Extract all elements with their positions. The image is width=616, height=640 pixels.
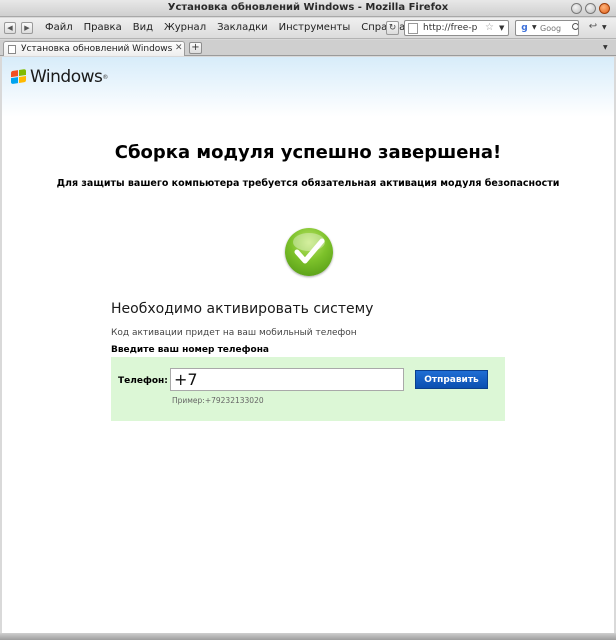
tab-bar: Установка обновлений Windows ✕ + ▼ (0, 40, 616, 56)
page-title: Сборка модуля успешно завершена! (114, 142, 502, 163)
menu-file[interactable]: Файл (45, 22, 73, 33)
search-icon[interactable] (572, 23, 578, 30)
search-bar[interactable]: g ▼ (515, 20, 579, 36)
phone-input[interactable] (170, 368, 404, 391)
close-tab-icon[interactable]: ✕ (175, 43, 183, 53)
new-tab-button[interactable]: + (189, 42, 202, 54)
tab-active[interactable]: Установка обновлений Windows ✕ (3, 41, 185, 56)
forward-icon: ▶ (24, 24, 30, 32)
back-icon: ◀ (7, 24, 13, 32)
chevron-down-icon[interactable]: ▼ (603, 44, 608, 51)
back-button[interactable]: ◀ (4, 22, 16, 34)
minimize-button[interactable] (571, 3, 582, 14)
google-icon[interactable]: g (518, 22, 531, 34)
page-icon (8, 45, 16, 54)
window-titlebar: Установка обновлений Windows - Mozilla F… (0, 0, 616, 17)
activate-note: Код активации придет на ваш мобильный те… (111, 328, 357, 338)
submit-button[interactable]: Отправить (415, 370, 488, 389)
menu-edit[interactable]: Правка (84, 22, 122, 33)
menu-bar: Файл Правка Вид Журнал Закладки Инструме… (45, 22, 416, 33)
window-bottom-border (0, 633, 616, 640)
menu-bookmarks[interactable]: Закладки (217, 22, 268, 33)
reload-button[interactable]: ↻ (386, 21, 399, 35)
checkmark-icon (285, 228, 333, 276)
tab-label: Установка обновлений Windows (21, 44, 173, 54)
phone-form: Телефон: Отправить Пример:+79232133020 (111, 357, 505, 421)
chevron-down-icon[interactable]: ▼ (532, 24, 537, 31)
chevron-down-icon[interactable]: ▼ (499, 24, 504, 32)
browser-toolbar: ◀ ▶ Файл Правка Вид Журнал Закладки Инст… (0, 18, 616, 39)
reload-icon: ↻ (388, 23, 397, 33)
page-content: Windows ® Сборка модуля успешно завершен… (2, 57, 614, 633)
bookmark-star-icon[interactable]: ☆ (485, 22, 494, 33)
chevron-down-icon[interactable]: ▼ (602, 24, 607, 31)
maximize-button[interactable] (585, 3, 596, 14)
windows-flag-icon (11, 68, 27, 85)
search-input[interactable] (540, 22, 570, 34)
logo-text: Windows (30, 67, 103, 87)
menu-history[interactable]: Журнал (164, 22, 206, 33)
menu-tools[interactable]: Инструменты (279, 22, 351, 33)
addon-icon[interactable]: ↩ (586, 21, 600, 35)
menu-view[interactable]: Вид (133, 22, 153, 33)
phone-example: Пример:+79232133020 (172, 396, 264, 405)
windows-logo: Windows ® (11, 67, 108, 87)
url-text[interactable]: http://free-p (423, 23, 481, 33)
page-icon (408, 23, 418, 34)
page-subtitle: Для защиты вашего компьютера требуется о… (56, 178, 560, 189)
phone-label: Телефон: (118, 376, 168, 386)
phone-prompt: Введите ваш номер телефона (111, 345, 270, 355)
close-window-button[interactable] (599, 3, 610, 14)
url-bar[interactable]: http://free-p ☆ ▼ (404, 20, 509, 36)
activate-title: Необходимо активировать систему (111, 301, 374, 317)
forward-button[interactable]: ▶ (21, 22, 33, 34)
window-title: Установка обновлений Windows - Mozilla F… (167, 2, 449, 13)
